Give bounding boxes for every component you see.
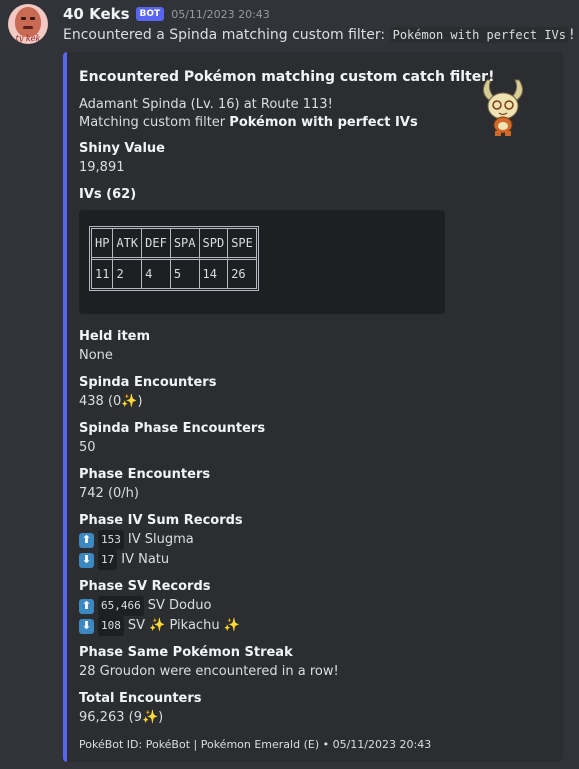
field-held-item: Held item None	[79, 328, 549, 366]
message-text-prefix: Encountered a Spinda matching custom fil…	[63, 27, 386, 43]
record-text: IV Natu	[121, 552, 170, 567]
embed-title: Encountered Pokémon matching custom catc…	[79, 69, 495, 85]
avatar-text: ty kek	[15, 34, 41, 43]
message-text-suffix: !	[568, 27, 575, 43]
embed-footer: PokéBot ID: PokéBot | Pokémon Emerald (E…	[79, 738, 432, 751]
iv-header-cell: SPE	[227, 229, 256, 260]
avatar-eye	[21, 17, 26, 20]
filter-name: Pokémon with perfect IVs	[229, 115, 418, 130]
record-up: ⬆ 65,466 SV Doduo	[79, 596, 549, 616]
sparkles-icon: ✨	[121, 394, 138, 409]
iv-value-cell: 11	[95, 267, 110, 281]
sparkles-icon: ✨	[149, 618, 166, 633]
field-value: 438 (0✨)	[79, 392, 549, 412]
avatar-face	[15, 7, 41, 37]
field-value: None	[79, 348, 113, 363]
value-text: )	[137, 394, 143, 409]
down-arrow-icon: ⬇	[79, 552, 94, 568]
field-value: 742 (0/h)	[79, 486, 139, 501]
timestamp[interactable]: 05/11/2023 20:43	[171, 8, 270, 21]
iv-header-cell: ATK	[112, 229, 142, 260]
field-value: 50	[79, 440, 96, 455]
field-name: Phase Same Pokémon Streak	[79, 645, 293, 660]
embed-card: Encountered Pokémon matching custom catc…	[63, 52, 563, 762]
description-line: Adamant Spinda (Lv. 16) at Route 113!	[79, 97, 333, 112]
field-name: Spinda Phase Encounters	[79, 421, 266, 436]
record-text: SV	[127, 618, 146, 633]
record-number: 65,466	[98, 596, 144, 616]
value-text: 96,263 (9	[79, 710, 142, 725]
field-value: 96,263 (9✨)	[79, 708, 549, 728]
record-text: Pikachu	[169, 618, 220, 633]
description-text: Matching custom filter	[79, 115, 226, 130]
iv-header-cell: DEF	[141, 229, 170, 260]
description-line: Matching custom filter Pokémon with perf…	[79, 114, 549, 132]
field-name: Phase Encounters	[79, 467, 211, 482]
iv-header-cell: HP	[92, 229, 113, 260]
record-number: 153	[98, 530, 124, 550]
iv-codeblock: HP ATK DEF SPA SPD SPE 11 2 4 5 14 26	[79, 210, 445, 314]
value-text: )	[158, 710, 164, 725]
message-header: 40 Keks BOT 05/11/2023 20:43	[63, 4, 270, 24]
record-down: ⬇ 17 IV Natu	[79, 550, 549, 570]
field-iv-sum-records: Phase IV Sum Records ⬆ 153 IV Slugma ⬇ 1…	[79, 512, 549, 570]
iv-header-row: HP ATK DEF SPA SPD SPE	[92, 229, 256, 260]
value-text: 438 (0	[79, 394, 122, 409]
field-total-encounters: Total Encounters 96,263 (9✨)	[79, 690, 549, 728]
field-streak: Phase Same Pokémon Streak 28 Groudon wer…	[79, 644, 549, 682]
iv-value-cell: 14	[198, 260, 228, 288]
record-number: 108	[98, 616, 124, 636]
field-spinda-encounters: Spinda Encounters 438 (0✨)	[79, 374, 549, 412]
field-name: Total Encounters	[79, 691, 202, 706]
field-name: Held item	[79, 329, 151, 344]
iv-header-cell: SPD	[198, 229, 228, 260]
avatar-mouth	[23, 26, 33, 29]
field-name: Phase IV Sum Records	[79, 513, 243, 528]
sparkles-icon: ✨	[223, 618, 240, 633]
field-phase-encounters: Phase Encounters 742 (0/h)	[79, 466, 549, 504]
field-sv-records: Phase SV Records ⬆ 65,466 SV Doduo ⬇ 108…	[79, 578, 549, 636]
message-content: Encountered a Spinda matching custom fil…	[63, 27, 575, 43]
bot-badge: BOT	[135, 7, 165, 21]
field-shiny-value: Shiny Value 19,891	[79, 140, 549, 178]
field-name: IVs (62)	[79, 187, 137, 202]
iv-value-cell: 5	[169, 260, 199, 288]
record-up: ⬆ 153 IV Slugma	[79, 530, 549, 550]
embed-body: Encountered Pokémon matching custom catc…	[79, 68, 549, 752]
field-ivs: IVs (62) HP ATK DEF SPA SPD SPE 11 2 4 5…	[79, 186, 549, 314]
field-value: 19,891	[79, 160, 125, 175]
iv-header-cell: SPA	[169, 229, 199, 260]
record-number: 17	[98, 550, 118, 570]
avatar-eye	[30, 17, 35, 20]
record-down: ⬇ 108 SV ✨ Pikachu ✨	[79, 616, 549, 636]
field-name: Spinda Encounters	[79, 375, 217, 390]
field-spinda-phase-encounters: Spinda Phase Encounters 50	[79, 420, 549, 458]
filter-inline-code: Pokémon with perfect IVs	[389, 27, 569, 43]
user-avatar[interactable]: ty kek	[8, 4, 48, 44]
sparkles-icon: ✨	[141, 710, 159, 725]
down-arrow-icon: ⬇	[79, 618, 94, 634]
field-name: Shiny Value	[79, 141, 165, 156]
field-value: 28 Groudon were encountered in a row!	[79, 664, 339, 679]
up-arrow-icon: ⬆	[79, 532, 94, 548]
username[interactable]: 40 Keks	[63, 5, 130, 23]
iv-value-row: 11 2 4 5 14 26	[92, 260, 256, 288]
record-text: IV Slugma	[127, 532, 194, 547]
iv-value-cell: 2	[112, 260, 141, 288]
field-name: Phase SV Records	[79, 579, 211, 594]
record-text: SV Doduo	[147, 598, 212, 613]
iv-value-cell: 26	[227, 260, 256, 288]
embed-description: Adamant Spinda (Lv. 16) at Route 113! Ma…	[79, 96, 549, 132]
iv-table: HP ATK DEF SPA SPD SPE 11 2 4 5 14 26	[89, 226, 259, 291]
iv-value-cell: 4	[141, 260, 170, 288]
up-arrow-icon: ⬆	[79, 598, 94, 614]
